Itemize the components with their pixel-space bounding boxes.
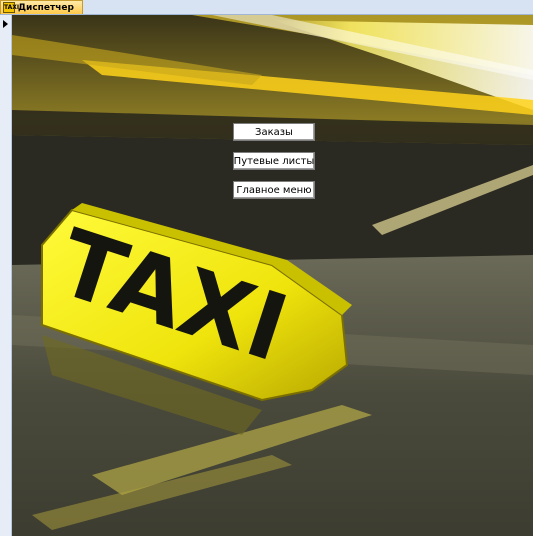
orders-button[interactable]: Заказы <box>233 123 315 141</box>
form-body: TAXI Заказы Путевые листы Главное меню <box>12 15 533 536</box>
record-selector[interactable] <box>0 15 12 536</box>
taxi-background-image: TAXI <box>12 15 533 536</box>
current-record-arrow-icon <box>3 20 8 28</box>
tab-dispatcher[interactable]: TAXI Диспетчер <box>0 0 83 14</box>
document-tab-strip: TAXI Диспетчер <box>0 0 533 15</box>
waybills-button[interactable]: Путевые листы <box>233 152 315 170</box>
tab-label: Диспетчер <box>18 2 74 13</box>
taxi-form-icon: TAXI <box>3 2 20 13</box>
main-menu-button[interactable]: Главное меню <box>233 181 315 199</box>
